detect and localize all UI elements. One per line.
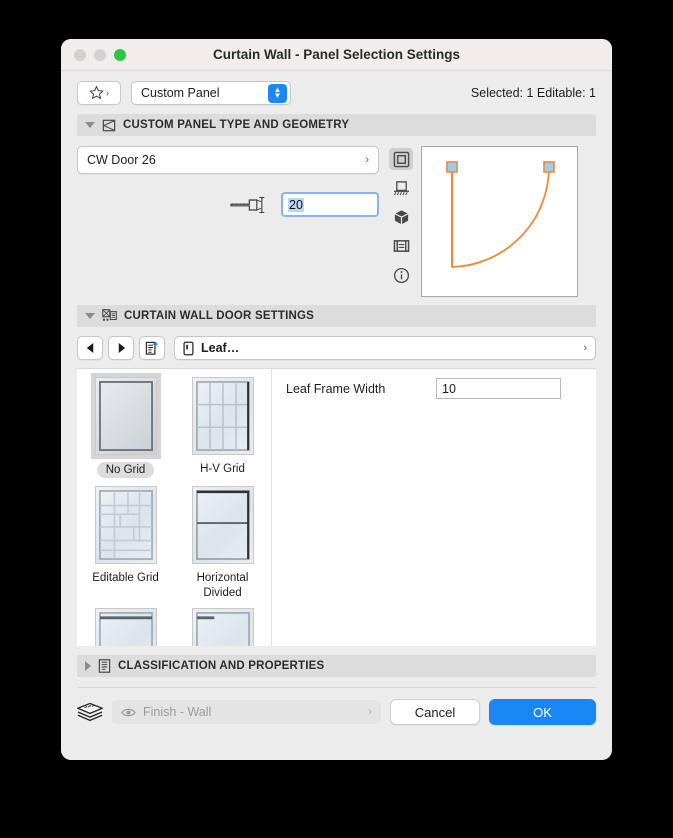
chevron-right-icon: ›	[583, 342, 587, 354]
door-settings-body: Leaf… › No Grid H-V Grid Editable Grid H…	[61, 327, 612, 646]
thumbnail-label-no-grid: No Grid	[96, 462, 155, 479]
classification-icon	[98, 659, 111, 673]
thumbnail-item-editable-grid[interactable]: Editable Grid	[77, 486, 174, 600]
leaf-item-icon	[183, 341, 194, 355]
selection-info-label: Selected: 1 Editable: 1	[470, 85, 596, 100]
thumbnail-image-editable-grid	[94, 486, 157, 565]
thumbnail-image-partial-b	[191, 608, 254, 646]
door-settings-fields: Leaf Frame Width 10	[272, 369, 596, 646]
top-toolbar: › Custom Panel ▲ ▼ Selected: 1 Editable: …	[61, 71, 612, 114]
section-title-classification: CLASSIFICATION AND PROPERTIES	[118, 660, 325, 672]
elevation-view-icon[interactable]	[389, 177, 413, 199]
layer-selector[interactable]: Finish - Wall ›	[112, 700, 381, 724]
list-export-icon[interactable]	[139, 336, 165, 360]
disclosure-triangle-down-icon[interactable]	[85, 313, 95, 319]
panel-geometry-icon	[102, 119, 116, 131]
chevron-right-icon: ›	[368, 706, 372, 718]
thickness-row: 20	[77, 192, 379, 217]
chevron-right-icon: ›	[365, 154, 369, 166]
geometry-left-column: CW Door 26 › 20	[77, 146, 379, 297]
title-bar: Curtain Wall - Panel Selection Settings	[61, 39, 612, 71]
section-header-classification[interactable]: CLASSIFICATION AND PROPERTIES	[77, 655, 596, 677]
leaf-frame-width-input[interactable]: 10	[436, 378, 561, 399]
disclosure-triangle-down-icon[interactable]	[85, 122, 95, 128]
thumbnail-item-partial-a[interactable]	[77, 608, 174, 646]
leaf-frame-width-value: 10	[442, 381, 456, 396]
ok-button[interactable]: OK	[489, 699, 596, 725]
minimize-button[interactable]	[94, 48, 106, 61]
panel-name-picker[interactable]: CW Door 26 ›	[77, 146, 379, 174]
star-icon	[89, 86, 104, 99]
forward-arrow-icon[interactable]	[108, 336, 134, 360]
info-icon[interactable]	[389, 264, 413, 286]
window-title: Curtain Wall - Panel Selection Settings	[212, 47, 461, 62]
thumbnail-image-hv-grid	[191, 377, 254, 455]
leaf-frame-width-row: Leaf Frame Width 10	[286, 378, 596, 399]
traffic-light-controls	[61, 48, 126, 61]
thumbnail-label-hv-grid: H-V Grid	[200, 463, 245, 475]
settings-dialog-window: Curtain Wall - Panel Selection Settings …	[61, 39, 612, 760]
thumbnail-item-partial-b[interactable]	[174, 608, 271, 646]
cancel-button[interactable]: Cancel	[390, 699, 480, 725]
section-header-geometry[interactable]: CUSTOM PANEL TYPE AND GEOMETRY	[77, 114, 596, 136]
eye-icon	[121, 708, 136, 716]
section-title-geometry: CUSTOM PANEL TYPE AND GEOMETRY	[123, 119, 350, 131]
thumbnail-item-no-grid[interactable]: No Grid	[77, 373, 174, 479]
door-swing-preview[interactable]	[421, 146, 578, 297]
grid-thumbnail-grid: No Grid H-V Grid Editable Grid Horizonta…	[77, 373, 271, 646]
section-title-door-settings: CURTAIN WALL DOOR SETTINGS	[124, 310, 315, 322]
thumbnail-label-editable-grid: Editable Grid	[92, 572, 159, 585]
panel-type-value: Custom Panel	[141, 85, 220, 100]
disclosure-triangle-right-icon[interactable]	[85, 661, 91, 671]
door-panes: No Grid H-V Grid Editable Grid Horizonta…	[77, 368, 596, 646]
leaf-label: Leaf…	[201, 341, 240, 355]
section-header-door-settings[interactable]: CURTAIN WALL DOOR SETTINGS	[77, 305, 596, 327]
2d-plan-view-icon[interactable]	[389, 148, 413, 170]
thickness-value: 20	[288, 197, 304, 212]
grid-thumbnail-list[interactable]: No Grid H-V Grid Editable Grid Horizonta…	[77, 369, 272, 646]
panel-thickness-icon	[230, 196, 265, 213]
thumbnail-image-horizontal-divided	[191, 486, 254, 565]
leaf-frame-width-label: Leaf Frame Width	[286, 381, 386, 396]
leaf-selector[interactable]: Leaf… ›	[174, 336, 596, 360]
3d-view-icon[interactable]	[389, 206, 413, 228]
thumbnail-item-horizontal-divided[interactable]: Horizontal Divided	[174, 486, 271, 600]
layer-name: Finish - Wall	[143, 705, 212, 719]
thumbnail-image-partial-a	[94, 608, 157, 646]
maximize-button[interactable]	[114, 48, 126, 61]
favorites-button[interactable]: ›	[77, 80, 121, 105]
panel-type-dropdown[interactable]: Custom Panel ▲ ▼	[131, 80, 291, 105]
thumbnail-image-no-grid	[90, 373, 161, 459]
thumbnail-item-hv-grid[interactable]: H-V Grid	[174, 377, 271, 478]
thickness-input[interactable]: 20	[281, 192, 379, 217]
door-nav-bar: Leaf… ›	[77, 336, 596, 360]
thumbnail-label-horizontal-divided: Horizontal Divided	[196, 572, 249, 599]
back-arrow-icon[interactable]	[77, 336, 103, 360]
curtain-wall-door-icon	[102, 309, 117, 321]
door-swing-drawing	[446, 161, 555, 268]
panel-name-value: CW Door 26	[87, 153, 156, 167]
close-button[interactable]	[74, 48, 86, 61]
geometry-body: CW Door 26 › 20	[61, 136, 612, 305]
layers-stack-icon[interactable]	[77, 702, 103, 722]
section-view-icon[interactable]	[389, 235, 413, 257]
view-mode-icon-bar	[387, 146, 415, 297]
favorites-chevron: ›	[106, 87, 109, 98]
chevron-updown-icon: ▲ ▼	[268, 83, 287, 103]
dialog-footer: Finish - Wall › Cancel OK	[61, 688, 612, 739]
